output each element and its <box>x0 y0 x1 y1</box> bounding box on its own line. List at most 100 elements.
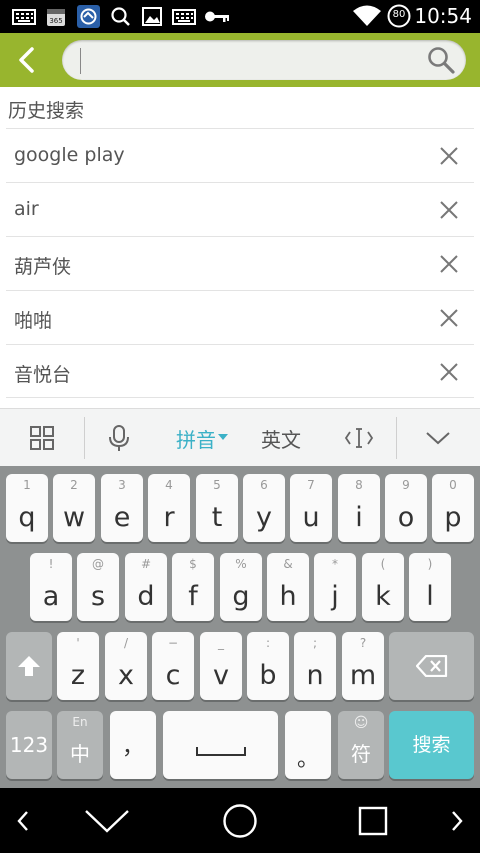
backspace-key[interactable] <box>389 632 474 700</box>
search-key[interactable]: 搜索 <box>389 711 474 779</box>
close-icon[interactable] <box>438 253 460 275</box>
key-t[interactable]: 5t <box>196 474 238 542</box>
home-circle-icon <box>223 803 257 838</box>
space-bar-icon <box>196 747 246 756</box>
backspace-icon <box>416 655 448 677</box>
key-m[interactable]: ? m <box>342 632 384 700</box>
close-icon[interactable] <box>438 145 460 167</box>
comma-key[interactable]: ， <box>110 711 156 779</box>
key-s[interactable]: @ s <box>77 553 119 621</box>
tab-english[interactable]: 英文 <box>244 409 318 467</box>
search-icon <box>111 7 130 26</box>
key-k[interactable]: (k <box>362 553 404 621</box>
close-icon[interactable] <box>438 361 460 383</box>
symbols-key[interactable]: ☺ 符 <box>338 711 384 779</box>
chevron-left-icon <box>17 810 28 831</box>
key-e[interactable]: 3e <box>101 474 143 542</box>
history-item[interactable]: air <box>6 182 474 236</box>
ime-toolbar: 拼音 英文 <box>0 408 480 466</box>
key-d[interactable]: # d <box>125 553 167 621</box>
nav-right-button[interactable] <box>434 788 480 853</box>
key-r[interactable]: 4r <box>148 474 190 542</box>
key-i[interactable]: 8i <box>338 474 380 542</box>
collapse-keyboard-button[interactable] <box>404 409 472 467</box>
keyboard-icon <box>12 9 36 25</box>
recents-square-icon <box>358 806 388 835</box>
clock: 10:54 <box>414 4 472 28</box>
nav-left-button[interactable] <box>0 788 46 853</box>
nav-home-button[interactable] <box>212 788 268 853</box>
key-x[interactable]: / x <box>105 632 147 700</box>
close-icon[interactable] <box>438 307 460 329</box>
calendar-365-icon: 365 <box>47 9 65 26</box>
app-shield-icon <box>77 5 100 28</box>
key-a[interactable]: ! a <box>30 553 72 621</box>
key-y[interactable]: 6y <box>243 474 285 542</box>
history-item-text[interactable]: 音悦台 <box>14 360 71 387</box>
key-j[interactable]: * j <box>314 553 356 621</box>
space-key[interactable] <box>163 711 278 779</box>
divider <box>396 417 397 459</box>
wifi-icon <box>353 5 381 26</box>
svg-text:365: 365 <box>49 17 62 25</box>
key-l[interactable]: ) l <box>409 553 451 621</box>
key-z[interactable]: ' z <box>57 632 99 700</box>
history-item-text[interactable]: google play <box>14 144 125 166</box>
key-h[interactable]: & h <box>267 553 309 621</box>
history-item[interactable]: google play <box>6 128 474 182</box>
key-b[interactable]: :b <box>247 632 289 700</box>
cursor-edit-icon <box>344 428 374 448</box>
back-icon[interactable] <box>10 43 44 77</box>
search-icon[interactable] <box>426 45 456 75</box>
dropdown-triangle-icon <box>218 433 228 440</box>
pinyin-label: 拼音 <box>176 427 216 452</box>
key-c[interactable]: − c <box>152 632 194 700</box>
chevron-right-icon <box>452 810 463 831</box>
history-item-text[interactable]: 葫芦侠 <box>14 252 71 279</box>
history-list: google play air 葫芦侠 啪啪 音悦台 <box>6 128 474 398</box>
search-input[interactable] <box>80 46 410 74</box>
history-item[interactable]: 葫芦侠 <box>6 236 474 290</box>
key-f[interactable]: $ f <box>172 553 214 621</box>
nav-back-button[interactable] <box>76 788 138 853</box>
soft-keyboard: 1q 2w 3e 4r 5t 6y 7u 8i 9o 0p ! a @ s # d $… <box>0 466 480 788</box>
history-item[interactable]: 音悦台 <box>6 344 474 398</box>
navigation-bar <box>0 788 480 853</box>
microphone-icon <box>109 425 129 451</box>
status-bar: 365 80 10:54 <box>0 0 480 33</box>
divider <box>84 417 85 459</box>
key-icon <box>205 11 229 22</box>
nav-recents-button[interactable] <box>344 788 402 853</box>
collapse-keyboard-icon <box>426 432 450 445</box>
voice-input-button[interactable] <box>92 409 146 467</box>
key-n[interactable]: ; n <box>294 632 336 700</box>
key-w[interactable]: 2w <box>53 474 95 542</box>
history-title: 历史搜索 <box>8 100 85 122</box>
tab-pinyin[interactable]: 拼音 <box>160 409 244 467</box>
search-box[interactable] <box>62 40 466 80</box>
key-u[interactable]: 7u <box>290 474 332 542</box>
history-item-text[interactable]: 啪啪 <box>14 306 52 333</box>
key-o[interactable]: 9o <box>385 474 427 542</box>
history-item-text[interactable]: air <box>14 198 39 220</box>
key-g[interactable]: % g <box>220 553 262 621</box>
key-q[interactable]: 1q <box>6 474 48 542</box>
key-v[interactable]: _ v <box>200 632 242 700</box>
chevron-down-icon <box>85 809 129 833</box>
english-label: 英文 <box>261 427 301 452</box>
history-item[interactable]: 啪啪 <box>6 290 474 344</box>
shift-key[interactable] <box>6 632 52 700</box>
period-key[interactable]: 。 <box>285 711 331 779</box>
cursor-edit-button[interactable] <box>330 409 388 467</box>
image-icon <box>142 7 162 26</box>
keyboard-icon <box>172 9 196 25</box>
battery-level: 80 <box>392 9 406 20</box>
search-header <box>0 33 480 87</box>
language-switch-key[interactable]: En 中 <box>57 711 103 779</box>
close-icon[interactable] <box>438 199 460 221</box>
key-p[interactable]: 0p <box>432 474 474 542</box>
numbers-key[interactable]: 123 <box>6 711 52 779</box>
grid-menu-icon <box>30 426 54 450</box>
shift-arrow-icon <box>18 656 40 676</box>
ime-menu-button[interactable] <box>0 409 84 467</box>
